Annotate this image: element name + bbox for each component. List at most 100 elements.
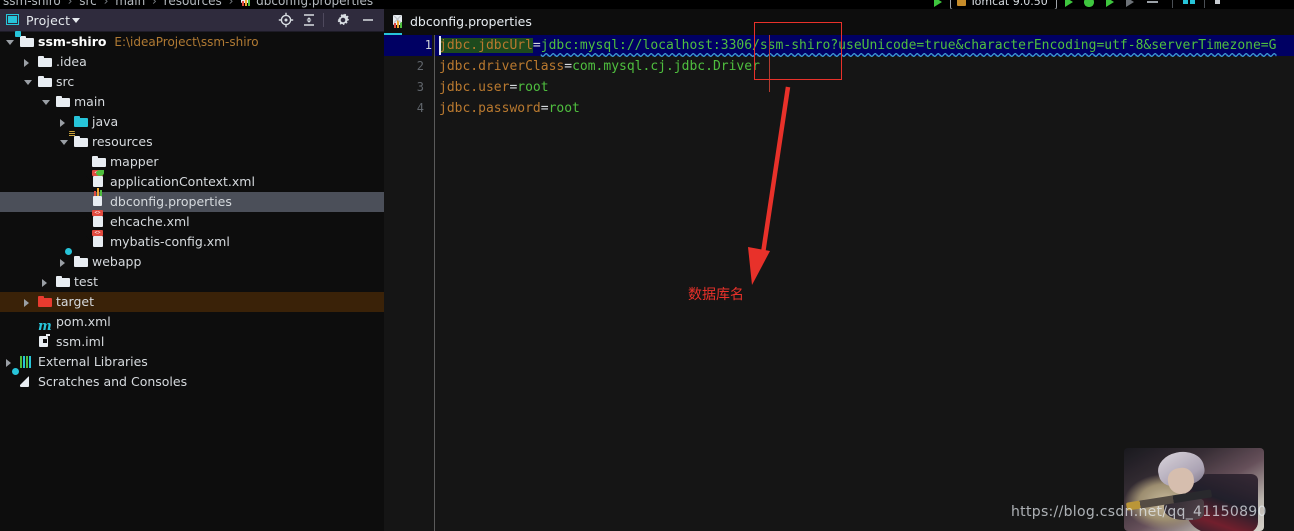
stop-icon[interactable] [1126, 0, 1135, 7]
tree-item-ssm-iml[interactable]: ssm.iml [0, 332, 384, 352]
tree-item-label: target [56, 294, 95, 309]
run-icon[interactable] [1064, 0, 1073, 7]
run-triangle-icon[interactable] [934, 0, 942, 7]
tree-item-label: main [74, 94, 106, 109]
breadcrumb[interactable]: ssm-shiro › src › main › resources › dbc… [3, 0, 373, 9]
tree-item-label: .idea [56, 54, 87, 69]
close-icon[interactable]: ✕ [392, 14, 403, 28]
tree-item-src[interactable]: src [0, 72, 384, 92]
maven-icon: m [38, 319, 52, 334]
right-margin-guide [769, 35, 770, 92]
breadcrumb-item-4[interactable]: dbconfig.properties [256, 0, 373, 8]
property-key: jdbc.user [439, 80, 510, 95]
scratches-icon [11, 367, 34, 388]
minimize-icon[interactable] [360, 12, 376, 28]
tree-item-main[interactable]: main [0, 92, 384, 112]
tree-item-path: E:\ideaProject\ssm-shiro [114, 35, 259, 49]
tree-item-ehcache-xml[interactable]: <> ehcache.xml [0, 210, 384, 232]
breadcrumb-item-2[interactable]: main [115, 0, 145, 8]
tree-item-target[interactable]: target [0, 292, 384, 312]
tree-item-scratches-and-consoles[interactable]: Scratches and Consoles [0, 367, 384, 392]
property-key: jdbc.jdbcUrl [439, 38, 533, 53]
folder-white-icon [92, 156, 106, 168]
tree-item-label: resources [92, 134, 153, 149]
tree-item-label: applicationContext.xml [110, 174, 255, 189]
chevron-right-icon[interactable] [24, 299, 29, 307]
gear-icon[interactable] [335, 12, 351, 28]
tree-item-label: mybatis-config.xml [110, 234, 230, 249]
watermark-url: https://blog.csdn.net/qq_41150890 [1011, 504, 1267, 520]
property-key: jdbc.driverClass [439, 59, 565, 74]
property-key: jdbc.password [439, 101, 541, 116]
tree-item-label: External Libraries [38, 354, 148, 369]
window-restore-icon[interactable] [1182, 0, 1188, 4]
property-equals: = [540, 101, 549, 116]
chevron-right-icon[interactable] [24, 59, 29, 67]
properties-file-icon [240, 0, 251, 6]
tree-item-ssm-shiro[interactable]: ssm-shiro E:\ideaProject\ssm-shiro [0, 31, 384, 52]
tree-item-mybatis-config-xml[interactable]: <> mybatis-config.xml [0, 230, 384, 252]
chevron-right-icon[interactable] [6, 359, 11, 367]
tree-item-applicationcontext-xml[interactable]: <> applicationContext.xml [0, 170, 384, 192]
project-tree[interactable]: ssm-shiro E:\ideaProject\ssm-shiro .idea sr… [0, 31, 384, 531]
tree-item--idea[interactable]: .idea [0, 52, 384, 72]
window-restore-icon-2[interactable] [1189, 0, 1195, 4]
tree-item-java[interactable]: java [0, 112, 384, 132]
tree-item-test[interactable]: test [0, 272, 384, 292]
tree-item-label: ssm-shiro [38, 34, 107, 49]
tree-item-label: test [74, 274, 99, 289]
code-line-1[interactable]: jdbc.jdbcUrl=jdbc:mysql://localhost:3306… [435, 35, 1294, 56]
code-line-2[interactable]: jdbc.driverClass=com.mysql.cj.jdbc.Drive… [439, 56, 760, 77]
chevron-down-icon[interactable] [42, 100, 50, 105]
property-equals: = [532, 38, 541, 53]
window-minimize-icon[interactable] [1146, 0, 1158, 3]
xml-file-icon: <> [86, 230, 106, 248]
code-line-3[interactable]: jdbc.user=root [439, 77, 549, 98]
folder-white-icon [38, 56, 52, 68]
editor-tab-bar: dbconfig.properties ✕ [384, 9, 1294, 35]
folder-sources-icon [74, 116, 88, 128]
locate-icon[interactable] [278, 12, 294, 28]
tree-item-label: dbconfig.properties [110, 194, 232, 209]
top-breadcrumb-strip: ssm-shiro › src › main › resources › dbc… [0, 0, 1294, 9]
tree-item-resources[interactable]: resources [0, 131, 384, 152]
tree-item-label: java [92, 114, 119, 129]
line-number-1: 1 [384, 35, 432, 56]
chevron-down-icon[interactable] [60, 140, 68, 145]
chevron-right-icon[interactable] [60, 259, 65, 267]
debug-bug-icon[interactable] [1084, 0, 1095, 7]
annotation-label: 数据库名 [688, 287, 744, 303]
tree-item-dbconfig-properties[interactable]: dbconfig.properties [0, 188, 384, 212]
chevron-down-icon[interactable] [24, 80, 32, 85]
tree-item-external-libraries[interactable]: External Libraries [0, 352, 384, 372]
editor-tab-dbconfig-properties[interactable]: dbconfig.properties ✕ [384, 9, 532, 35]
project-panel-header: Project [0, 9, 384, 32]
folder-white-icon [56, 96, 70, 108]
folder-white-icon [38, 76, 52, 88]
toolbar-divider [1171, 0, 1173, 8]
tree-item-label: src [56, 74, 75, 89]
external-libraries-icon [20, 356, 34, 368]
breadcrumb-item-3[interactable]: resources [164, 0, 222, 8]
breadcrumb-item-1[interactable]: src [79, 0, 97, 8]
breadcrumb-separator: › [103, 0, 109, 8]
tree-item-pom-xml[interactable]: m pom.xml [0, 312, 384, 334]
project-panel-title: Project [26, 13, 71, 28]
breadcrumb-item-0[interactable]: ssm-shiro [3, 0, 61, 8]
chevron-right-icon[interactable] [60, 119, 65, 127]
chevron-down-icon[interactable] [72, 18, 80, 23]
tree-item-label: Scratches and Consoles [38, 374, 188, 389]
run-configuration-selector[interactable]: Tomcat 9.0.50 [949, 0, 1057, 9]
property-equals: = [564, 59, 573, 74]
tree-item-webapp[interactable]: webapp [0, 248, 384, 272]
tree-item-mapper[interactable]: mapper [0, 152, 384, 172]
window-close-icon[interactable] [1215, 0, 1221, 4]
tree-item-label: webapp [92, 254, 142, 269]
line-number-gutter: 1 2 3 4 [384, 35, 432, 531]
run-coverage-icon[interactable] [1106, 0, 1115, 7]
collapse-all-icon[interactable] [301, 12, 317, 28]
chevron-right-icon[interactable] [42, 279, 47, 287]
code-line-4[interactable]: jdbc.password=root [439, 98, 580, 119]
chevron-down-icon[interactable] [6, 40, 14, 45]
xml-spring-icon: <> [86, 170, 106, 188]
